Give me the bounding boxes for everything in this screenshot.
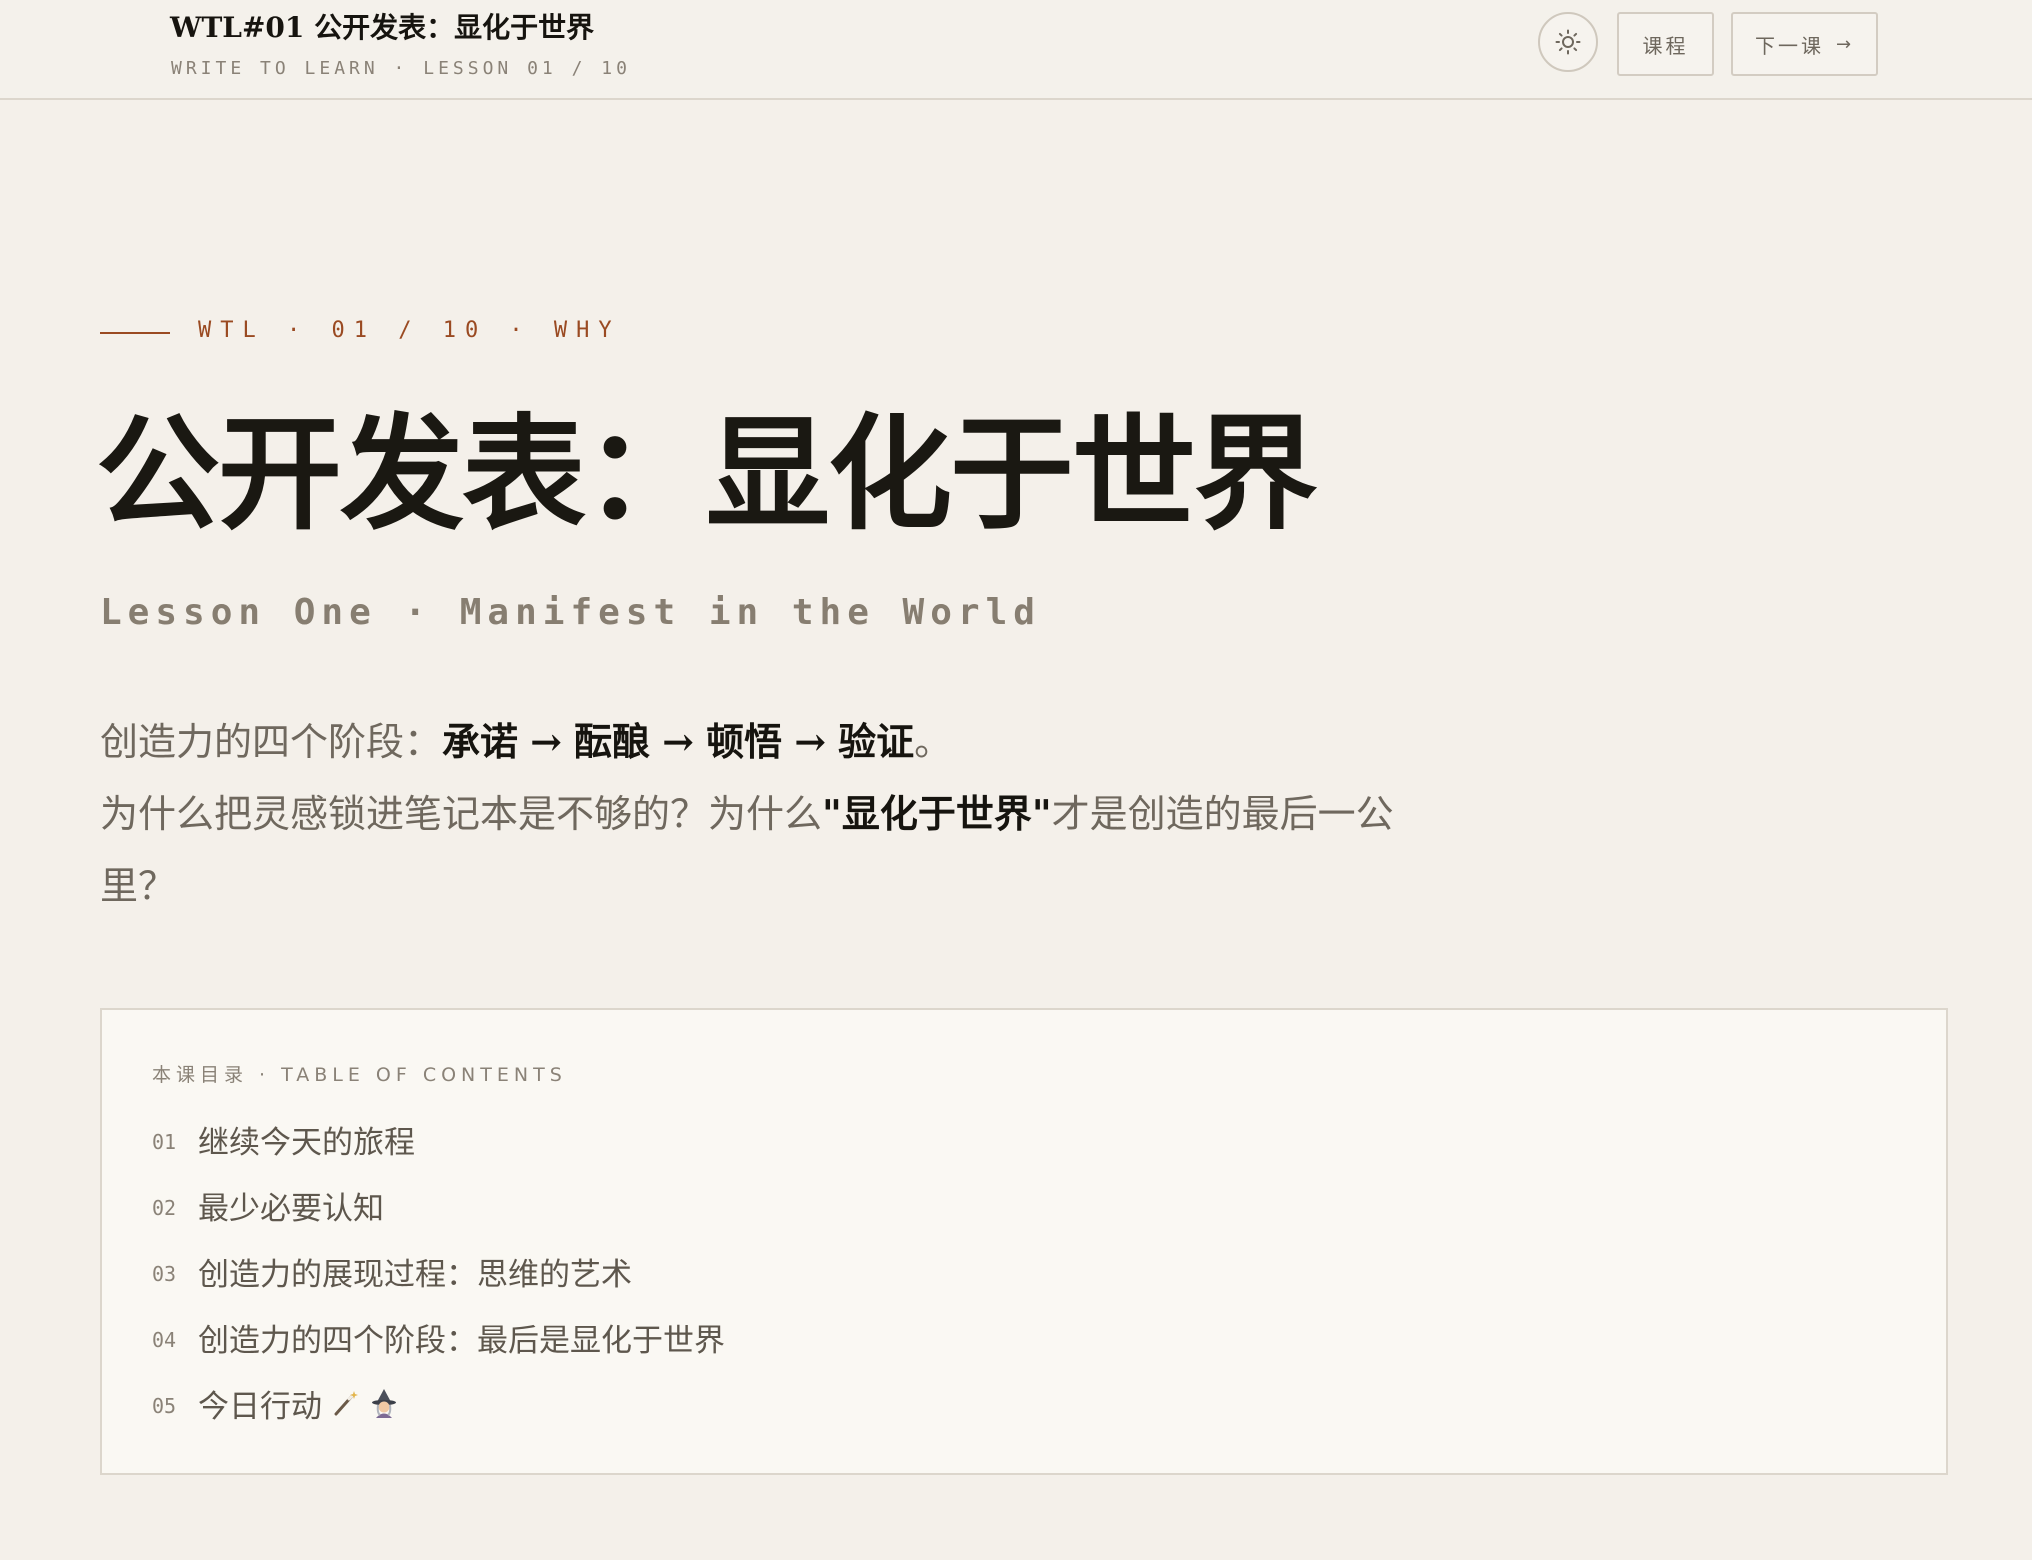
toc-item[interactable]: 01 继续今天的旅程 [152,1106,725,1172]
arrow-right-icon: → [794,719,827,764]
toc-number: 01 [152,1130,177,1154]
arrow-right-icon: → [662,719,695,764]
toc-number: 04 [152,1328,177,1352]
intro-emphasis: "显化于世界" [822,791,1052,836]
stage-commit: 承诺 [442,719,519,764]
sun-icon [1555,29,1581,55]
eyebrow-rule [100,332,170,334]
intro-line-3: 里？ [100,864,177,908]
toc-number: 03 [152,1262,177,1286]
next-lesson-label: 下一课 [1754,33,1824,58]
arrow-right-icon: → [530,719,562,764]
next-lesson-button[interactable]: 下一课 → [1731,12,1878,76]
intro-text: 。 [914,720,953,764]
toc-item[interactable]: 05 今日行动 [152,1370,725,1436]
site-title[interactable]: WTL#01 公开发表：显化于世界 [170,10,594,46]
toc-item[interactable]: 03 创造力的展现过程：思维的艺术 [152,1238,725,1304]
course-button[interactable]: 课程 [1617,12,1714,76]
toc-item[interactable]: 04 创造力的四个阶段：最后是显化于世界 [152,1304,725,1370]
page-title: 公开发表：显化于世界 [96,402,1318,547]
toc-list: 01 继续今天的旅程 02 最少必要认知 03 创造力的展现过程：思维的艺术 0… [152,1106,725,1436]
toc-heading: 本课目录 · TABLE OF CONTENTS [152,1064,567,1086]
stage-insight: 顿悟 [706,719,783,764]
lesson-eyebrow: WTL · 01 / 10 · WHY [198,318,621,343]
toc-link[interactable]: 今日行动 [198,1381,322,1426]
stage-incubate: 酝酿 [574,719,651,764]
intro-text: 创造力的四个阶段： [100,720,443,764]
stage-verify: 验证 [838,719,915,764]
top-bar: WTL#01 公开发表：显化于世界 WRITE TO LEARN · LESSO… [0,0,2032,100]
course-button-label: 课程 [1642,33,1689,58]
theme-toggle-button[interactable] [1538,12,1598,72]
toc-number: 05 [152,1394,177,1418]
intro-line-1: 创造力的四个阶段：承诺 → 酝酿 → 顿悟 → 验证。 [100,706,1380,778]
intro-paragraph: 创造力的四个阶段：承诺 → 酝酿 → 顿悟 → 验证。 为什么把灵感锁进笔记本是… [100,706,1394,922]
toc-item[interactable]: 02 最少必要认知 [152,1172,725,1238]
magic-wand-icon [334,1391,358,1416]
site-subtitle: WRITE TO LEARN · LESSON 01 / 10 [171,58,631,79]
intro-text: 为什么把灵感锁进笔记本是不够的？为什么 [100,792,823,836]
witch-icon [372,1389,396,1418]
page-subtitle: Lesson One · Manifest in the World [100,592,1041,633]
table-of-contents: 本课目录 · TABLE OF CONTENTS 01 继续今天的旅程 02 最… [100,1008,1948,1475]
toc-link[interactable]: 创造力的四个阶段：最后是显化于世界 [198,1315,725,1360]
toc-link[interactable]: 创造力的展现过程：思维的艺术 [198,1249,632,1294]
intro-line-2: 为什么把灵感锁进笔记本是不够的？为什么"显化于世界"才是创造的最后一公 [100,778,1394,850]
toc-link[interactable]: 最少必要认知 [198,1183,384,1228]
arrow-right-icon: → [1835,33,1855,55]
toc-link[interactable]: 继续今天的旅程 [198,1117,415,1162]
intro-text: 才是创造的最后一公 [1051,792,1394,836]
toc-number: 02 [152,1196,177,1220]
